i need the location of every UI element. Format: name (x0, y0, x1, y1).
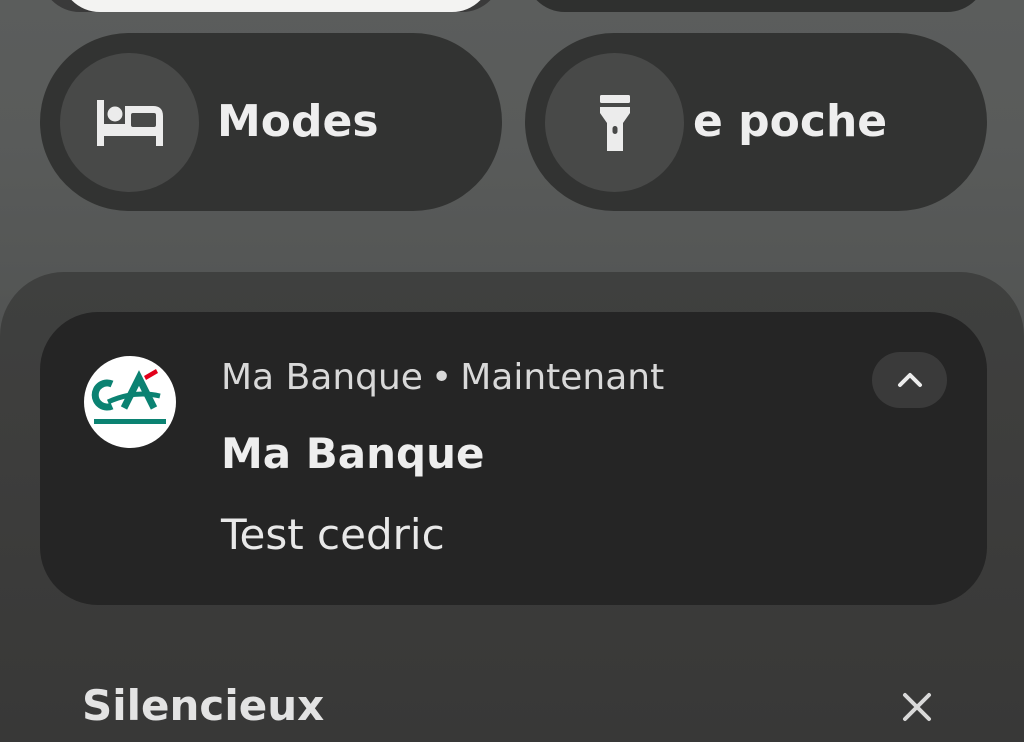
notification-card[interactable]: Ma Banque • Maintenant Ma Banque Test cedr… (40, 312, 987, 605)
notification-time: Maintenant (460, 357, 665, 398)
quick-setting-tile-top-left-active (60, 0, 492, 12)
notification-expand-button[interactable] (872, 352, 947, 408)
notification-body: Test cedric (221, 510, 445, 559)
bed-icon (96, 99, 163, 146)
quick-setting-tile-top-right[interactable] (525, 0, 987, 12)
close-icon[interactable] (900, 690, 934, 724)
notification-title: Ma Banque (221, 429, 485, 478)
tile-icon-container[interactable] (60, 53, 199, 192)
tile-icon-container[interactable] (545, 53, 684, 192)
tile-label-modes: Modes (217, 96, 379, 147)
quick-setting-tile-modes[interactable]: Modes (40, 33, 502, 211)
quick-setting-tile-flashlight[interactable]: e poche (525, 33, 987, 211)
credit-agricole-logo-icon (84, 356, 176, 448)
silent-section-label: Silencieux (82, 681, 325, 730)
chevron-up-icon (897, 373, 922, 387)
notification-header: Ma Banque • Maintenant (221, 356, 664, 400)
tile-label-flashlight: e poche (693, 96, 888, 147)
flashlight-icon (599, 94, 630, 151)
notification-separator: • (430, 357, 453, 398)
notification-app-name: Ma Banque (221, 357, 423, 398)
